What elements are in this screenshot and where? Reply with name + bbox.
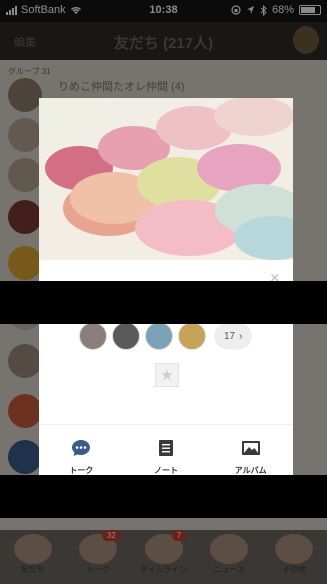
card-actions: トーク ノート アルバム: [39, 424, 293, 476]
member-avatar[interactable]: [145, 322, 173, 350]
member-avatars: 17 ›: [79, 322, 253, 350]
chevron-right-icon: ›: [239, 330, 243, 342]
talk-action-button[interactable]: トーク: [39, 425, 124, 476]
more-members-count: 17: [224, 330, 236, 342]
more-members-button[interactable]: 17 ›: [214, 323, 253, 349]
redaction-bar: [0, 475, 327, 518]
album-action-button[interactable]: アルバム: [208, 425, 293, 476]
cover-image: [39, 98, 293, 260]
note-icon: [159, 440, 173, 456]
member-avatar[interactable]: [112, 322, 140, 350]
note-action-button[interactable]: ノート: [124, 425, 209, 476]
member-avatar[interactable]: [178, 322, 206, 350]
favorite-star-icon[interactable]: ★: [155, 363, 179, 387]
album-icon: [241, 441, 260, 455]
chat-icon: [72, 440, 91, 456]
redaction-bar: [0, 281, 327, 324]
member-avatar[interactable]: [79, 322, 107, 350]
